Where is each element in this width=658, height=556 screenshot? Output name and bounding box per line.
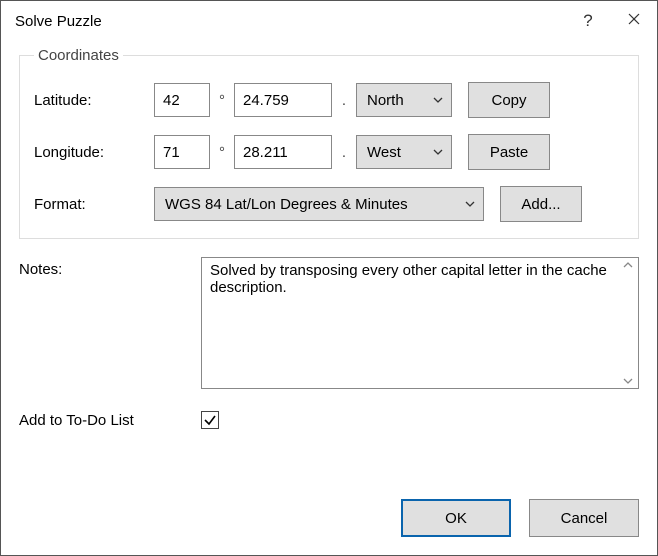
latitude-minutes-input[interactable] <box>234 83 332 117</box>
chevron-down-icon <box>465 201 475 207</box>
todo-label: Add to To-Do List <box>19 412 201 429</box>
titlebar: Solve Puzzle ? <box>1 1 657 41</box>
notes-box <box>201 257 639 389</box>
latitude-degrees-input[interactable] <box>154 83 210 117</box>
degree-symbol: ° <box>210 92 234 109</box>
latitude-row: Latitude: ° . North Copy <box>34 82 624 118</box>
help-button[interactable]: ? <box>565 1 611 41</box>
longitude-direction-select[interactable]: West <box>356 135 452 169</box>
close-icon <box>628 12 640 30</box>
cancel-button[interactable]: Cancel <box>529 499 639 537</box>
dialog-footer: OK Cancel <box>19 499 639 537</box>
minute-symbol: . <box>332 92 356 109</box>
notes-row: Notes: <box>19 257 639 389</box>
longitude-minutes-input[interactable] <box>234 135 332 169</box>
format-value: WGS 84 Lat/Lon Degrees & Minutes <box>165 196 408 213</box>
degree-symbol: ° <box>210 144 234 161</box>
coordinates-legend: Coordinates <box>34 47 123 64</box>
paste-button[interactable]: Paste <box>468 134 550 170</box>
add-button[interactable]: Add... <box>500 186 582 222</box>
latitude-label: Latitude: <box>34 92 154 109</box>
format-select[interactable]: WGS 84 Lat/Lon Degrees & Minutes <box>154 187 484 221</box>
check-icon <box>203 413 217 427</box>
dialog-title: Solve Puzzle <box>15 13 565 30</box>
close-button[interactable] <box>611 1 657 41</box>
todo-checkbox[interactable] <box>201 411 219 429</box>
latitude-direction-select[interactable]: North <box>356 83 452 117</box>
scroll-up-icon <box>623 262 633 268</box>
coordinates-group: Coordinates Latitude: ° . North Copy Lon… <box>19 47 639 239</box>
ok-button[interactable]: OK <box>401 499 511 537</box>
format-label: Format: <box>34 196 154 213</box>
notes-label: Notes: <box>19 257 201 389</box>
format-row: Format: WGS 84 Lat/Lon Degrees & Minutes… <box>34 186 624 222</box>
longitude-direction-value: West <box>367 144 401 161</box>
longitude-label: Longitude: <box>34 144 154 161</box>
copy-button[interactable]: Copy <box>468 82 550 118</box>
chevron-down-icon <box>433 149 443 155</box>
minute-symbol: . <box>332 144 356 161</box>
dialog-content: Coordinates Latitude: ° . North Copy Lon… <box>1 41 657 555</box>
notes-textarea[interactable] <box>202 258 618 388</box>
notes-scrollbar[interactable] <box>618 258 638 388</box>
longitude-degrees-input[interactable] <box>154 135 210 169</box>
todo-row: Add to To-Do List <box>19 411 639 429</box>
latitude-direction-value: North <box>367 92 404 109</box>
scroll-down-icon <box>623 378 633 384</box>
chevron-down-icon <box>433 97 443 103</box>
longitude-row: Longitude: ° . West Paste <box>34 134 624 170</box>
solve-puzzle-dialog: Solve Puzzle ? Coordinates Latitude: ° .… <box>0 0 658 556</box>
